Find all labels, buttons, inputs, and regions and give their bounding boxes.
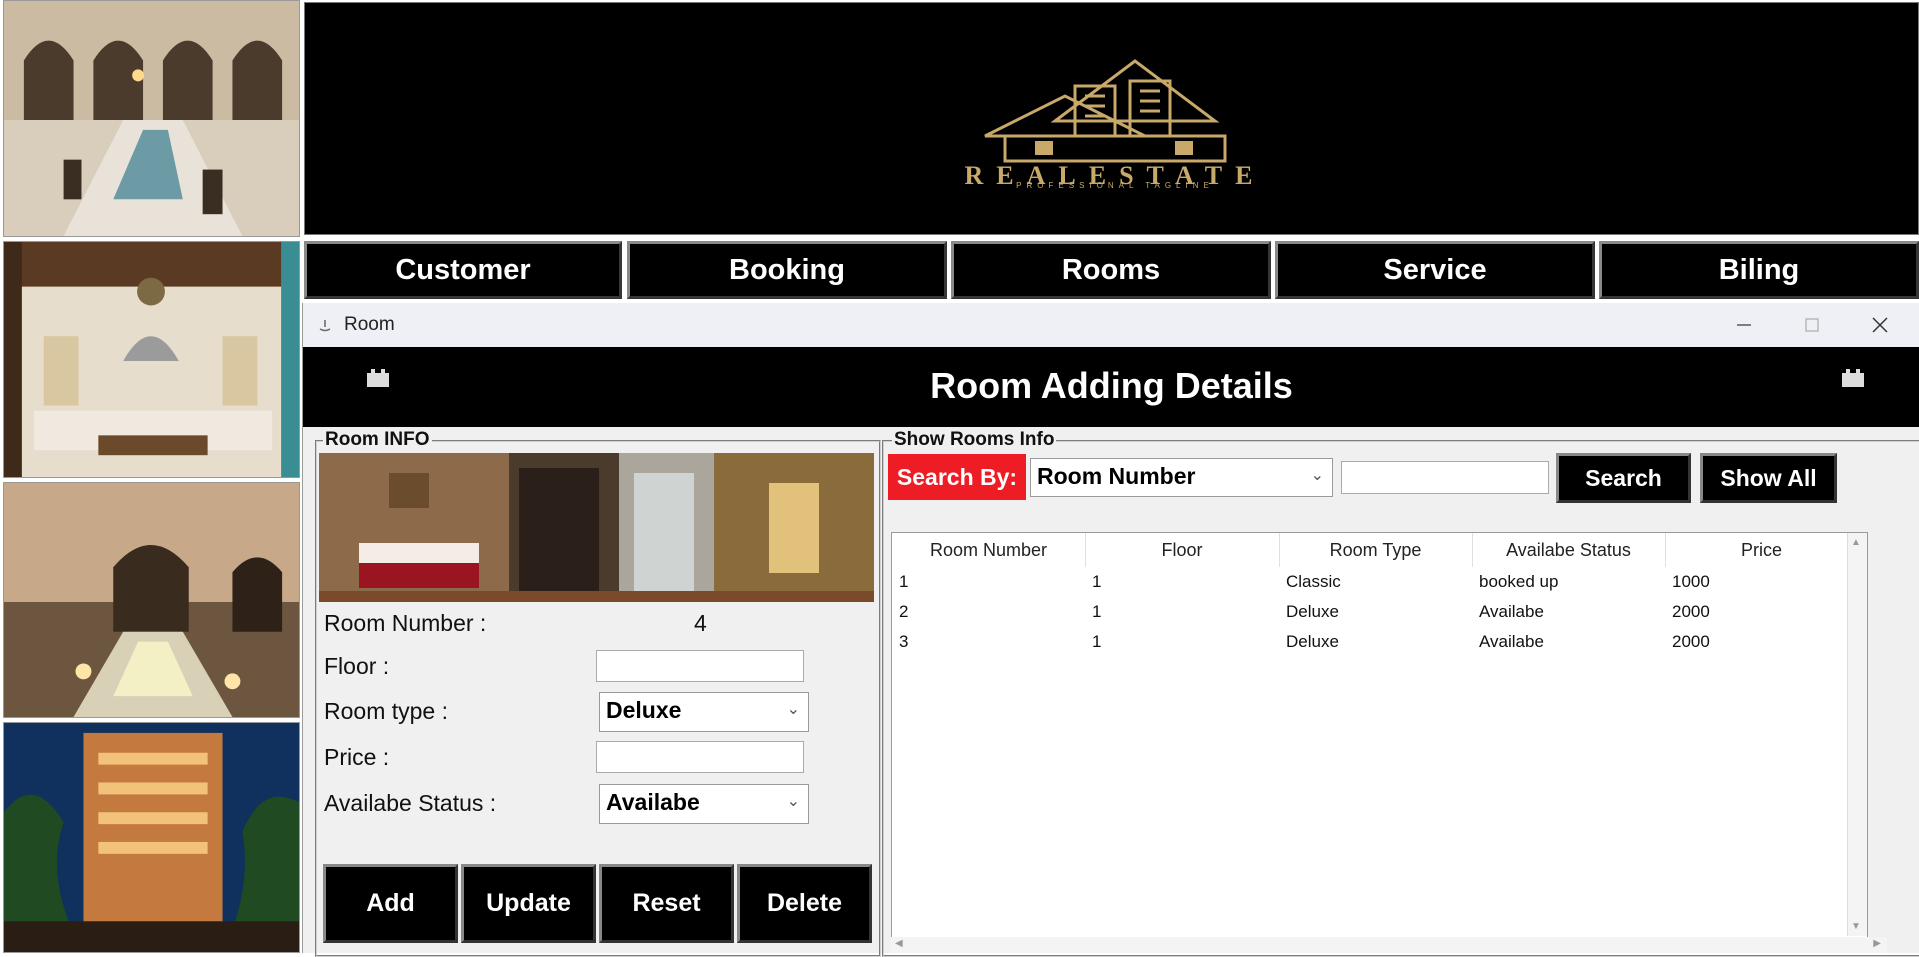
- logo-tagline: PROFESSIONAL TAGLINE: [1016, 181, 1214, 190]
- table-row[interactable]: 2 1 Deluxe Availabe 2000: [892, 597, 1858, 627]
- hotel-photo-night-pool: [3, 482, 300, 718]
- cell-room-number: 3: [899, 632, 909, 651]
- window-titlebar: Room: [303, 303, 1919, 347]
- price-input[interactable]: [596, 741, 804, 773]
- nav-rooms-button[interactable]: Rooms: [951, 241, 1271, 299]
- cell-price: 1000: [1672, 572, 1710, 591]
- table-row[interactable]: 1 1 Classic booked up 1000: [892, 567, 1858, 597]
- hotel-photo-pool-courtyard: [3, 0, 300, 237]
- status-select[interactable]: Availabe ⌄: [599, 784, 809, 824]
- show-all-button[interactable]: Show All: [1700, 453, 1837, 503]
- minimize-icon[interactable]: [1709, 303, 1779, 347]
- room-type-select[interactable]: Deluxe ⌄: [599, 692, 809, 732]
- search-button[interactable]: Search: [1556, 453, 1691, 503]
- cell-floor: 1: [1092, 632, 1102, 651]
- maximize-icon[interactable]: [1777, 303, 1847, 347]
- show-rooms-legend: Show Rooms Info: [892, 429, 1057, 451]
- chevron-down-icon: ⌄: [1310, 467, 1324, 484]
- nav-service-button[interactable]: Service: [1275, 241, 1595, 299]
- room-number-label: Room Number :: [324, 610, 487, 636]
- add-button[interactable]: Add: [323, 864, 458, 943]
- floor-input[interactable]: [596, 650, 804, 682]
- hotel-photo-lounge: [3, 241, 300, 478]
- scroll-right-icon[interactable]: ▶: [1873, 938, 1881, 949]
- cell-floor: 1: [1092, 602, 1102, 621]
- table-header-floor[interactable]: Floor: [1085, 533, 1280, 567]
- status-selected: Availabe: [606, 789, 700, 815]
- search-by-selected: Room Number: [1037, 463, 1196, 489]
- chevron-down-icon: ⌄: [786, 701, 800, 718]
- java-app-icon: [319, 320, 331, 332]
- table-header-room-type[interactable]: Room Type: [1279, 533, 1473, 567]
- nav-booking-button[interactable]: Booking: [627, 241, 947, 299]
- search-input[interactable]: [1341, 461, 1549, 494]
- room-number-value: 4: [694, 610, 707, 636]
- cell-status: Availabe: [1479, 632, 1544, 651]
- chevron-down-icon: ⌄: [786, 793, 800, 810]
- header-logo-bar: REALESTATE PROFESSIONAL TAGLINE: [304, 2, 1919, 235]
- hotel-photo-exterior-night: [3, 722, 300, 953]
- cell-room-number: 2: [899, 602, 909, 621]
- cell-room-type: Deluxe: [1286, 602, 1339, 621]
- room-type-selected: Deluxe: [606, 697, 682, 723]
- vertical-scrollbar[interactable]: ▲ ▼: [1847, 533, 1867, 936]
- search-by-select[interactable]: Room Number ⌄: [1030, 458, 1333, 497]
- cell-status: Availabe: [1479, 602, 1544, 621]
- reset-button[interactable]: Reset: [599, 864, 734, 943]
- nav-billing-button[interactable]: Biling: [1599, 241, 1919, 299]
- room-photos-banner: [319, 453, 874, 602]
- room-banner: Room Adding Details: [303, 347, 1919, 427]
- horizontal-scrollbar[interactable]: ◀ ▶: [891, 937, 1887, 953]
- banner-title: Room Adding Details: [930, 365, 1293, 406]
- update-button[interactable]: Update: [461, 864, 596, 943]
- cell-price: 2000: [1672, 602, 1710, 621]
- scroll-down-icon[interactable]: ▼: [1851, 921, 1861, 932]
- scroll-up-icon[interactable]: ▲: [1851, 537, 1861, 548]
- table-row[interactable]: 3 1 Deluxe Availabe 2000: [892, 627, 1858, 657]
- window-title: Room: [344, 314, 395, 335]
- room-info-legend: Room INFO: [323, 429, 432, 451]
- rooms-table: Room Number Floor Room Type Availabe Sta…: [891, 532, 1868, 939]
- cell-status: booked up: [1479, 572, 1559, 591]
- cell-room-type: Deluxe: [1286, 632, 1339, 651]
- table-header-price[interactable]: Price: [1665, 533, 1859, 567]
- price-label: Price :: [324, 744, 390, 770]
- table-header-room-number[interactable]: Room Number: [892, 533, 1086, 567]
- table-header-status[interactable]: Availabe Status: [1472, 533, 1666, 567]
- close-icon[interactable]: [1845, 303, 1915, 347]
- status-label: Availabe Status :: [324, 790, 497, 816]
- delete-button[interactable]: Delete: [737, 864, 872, 943]
- nav-customer-button[interactable]: Customer: [304, 241, 622, 299]
- scroll-left-icon[interactable]: ◀: [895, 938, 903, 949]
- cell-room-type: Classic: [1286, 572, 1341, 591]
- cell-floor: 1: [1092, 572, 1102, 591]
- cell-room-number: 1: [899, 572, 909, 591]
- cell-price: 2000: [1672, 632, 1710, 651]
- floor-label: Floor :: [324, 653, 390, 679]
- search-by-label: Search By:: [888, 454, 1026, 500]
- room-type-label: Room type :: [324, 698, 448, 724]
